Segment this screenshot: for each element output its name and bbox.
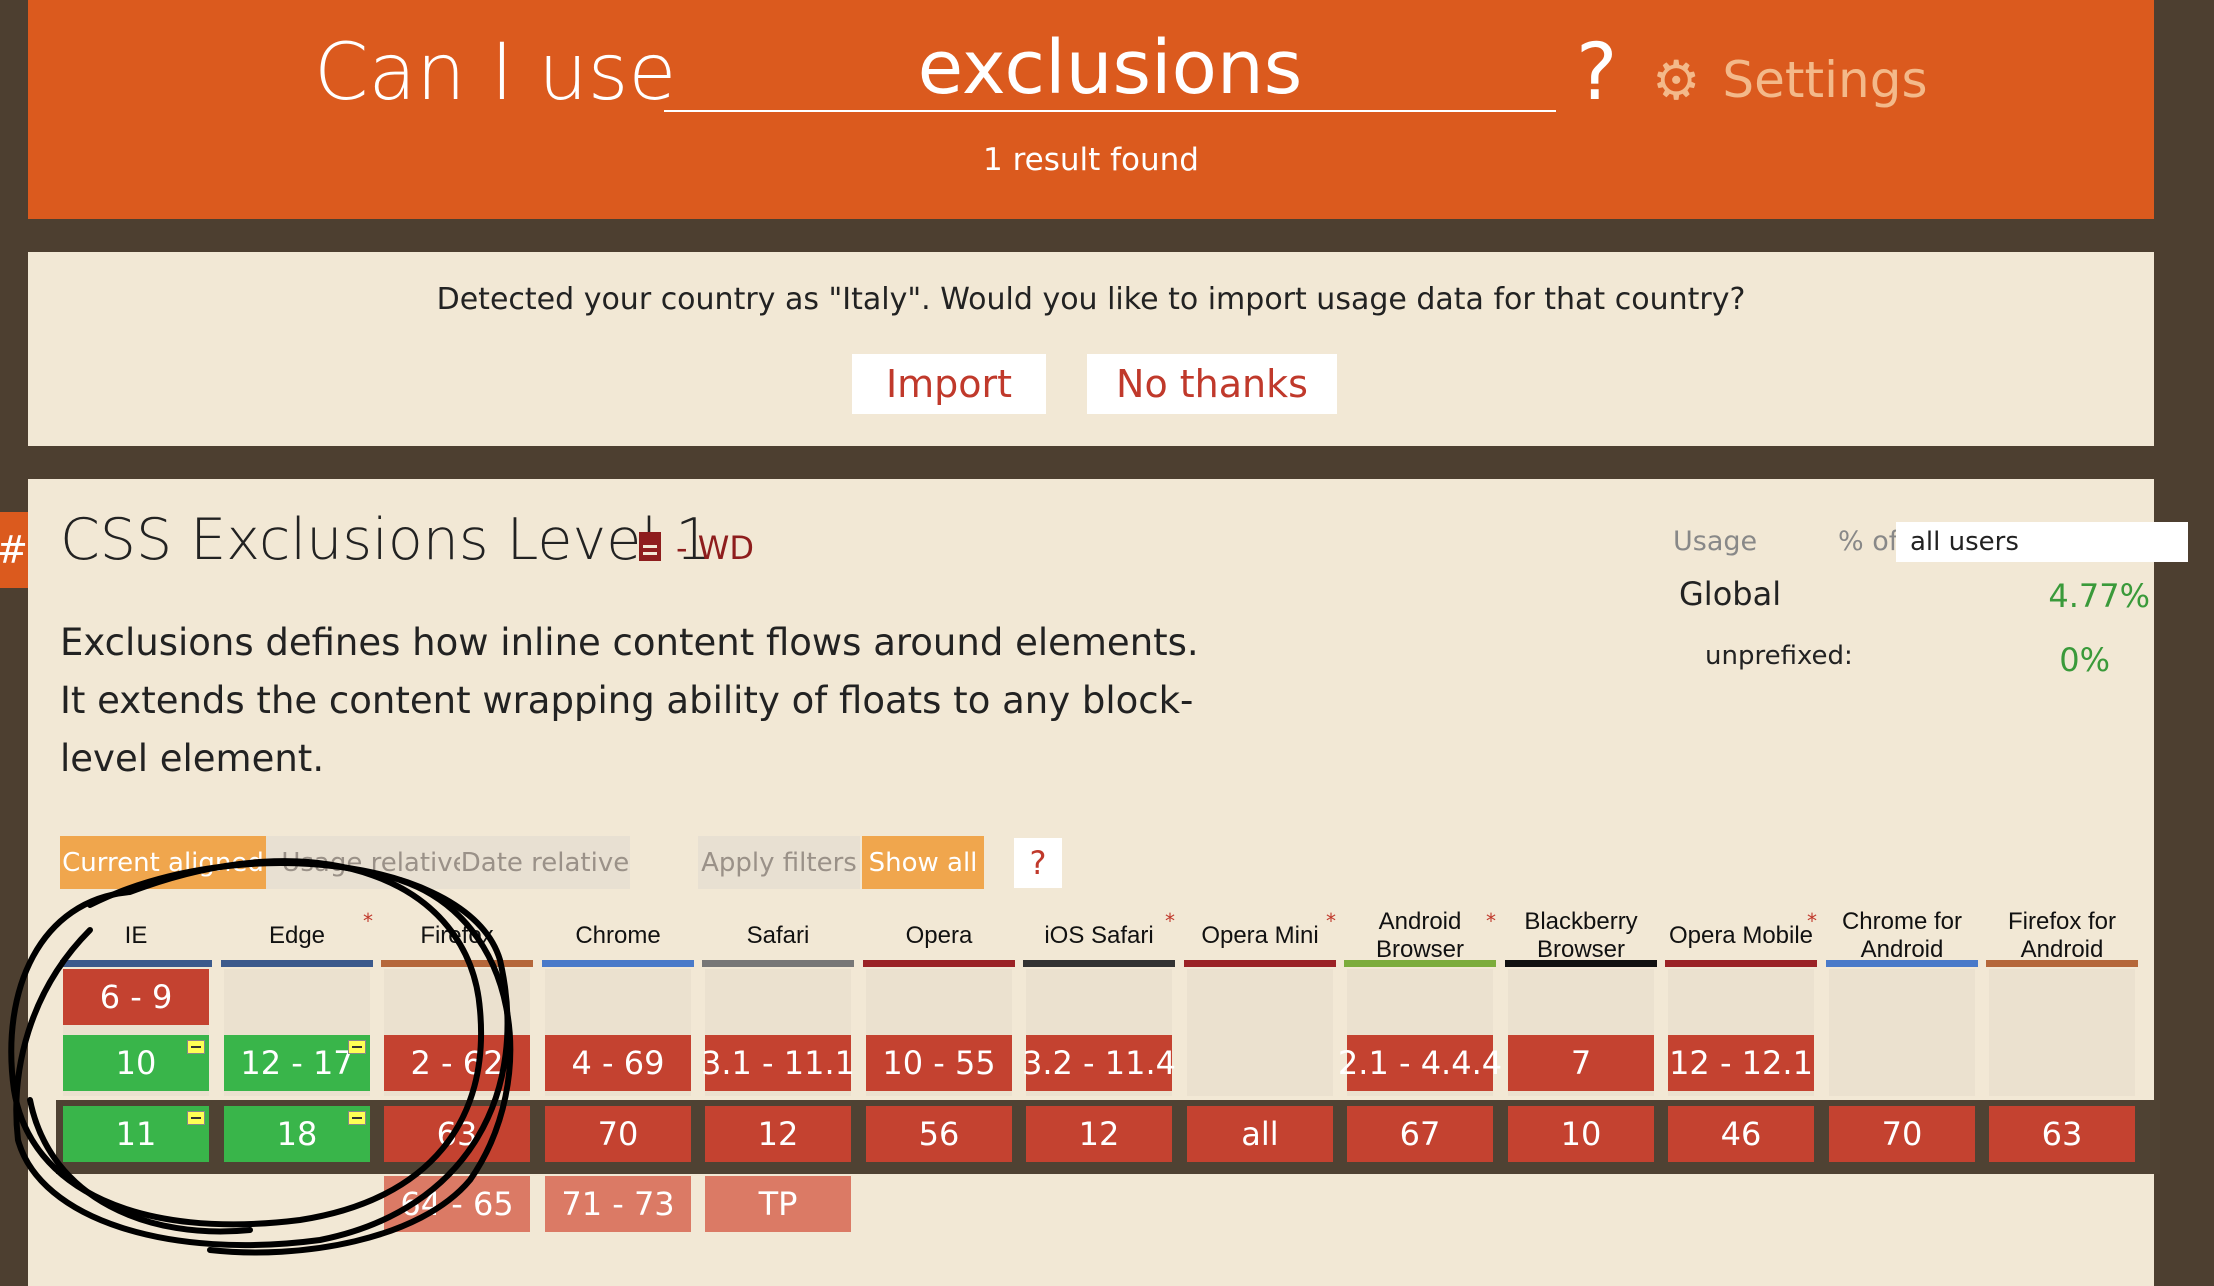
version-cell[interactable]: 18 bbox=[224, 1106, 370, 1162]
import-button[interactable]: Import bbox=[852, 354, 1046, 414]
empty-version-area bbox=[1187, 969, 1333, 1096]
usage-scope-select[interactable]: all users bbox=[1896, 522, 2188, 562]
browser-color-bar bbox=[863, 960, 1015, 967]
version-cell[interactable]: 71 - 73 bbox=[545, 1176, 691, 1232]
empty-version-area bbox=[1989, 969, 2135, 1096]
search-input[interactable] bbox=[664, 26, 1556, 112]
version-cell[interactable]: 63 bbox=[384, 1106, 530, 1162]
version-cell[interactable]: 63 bbox=[1989, 1106, 2135, 1162]
version-cell[interactable]: 64 - 65 bbox=[384, 1176, 530, 1232]
global-usage-value: 4.77% bbox=[2048, 577, 2150, 615]
version-cell[interactable]: 12 bbox=[1026, 1106, 1172, 1162]
version-cell[interactable]: all bbox=[1187, 1106, 1333, 1162]
browser-color-bar bbox=[542, 960, 694, 967]
version-cell[interactable]: 3.2 - 11.4 bbox=[1022, 1035, 1176, 1091]
partial-note-icon bbox=[348, 1111, 366, 1125]
version-cell[interactable]: 67 bbox=[1347, 1106, 1493, 1162]
feature-description: Exclusions defines how inline content fl… bbox=[60, 621, 1199, 780]
partial-note-icon bbox=[348, 1040, 366, 1054]
partial-note-icon bbox=[187, 1111, 205, 1125]
spec-status[interactable]: - WD bbox=[676, 529, 754, 567]
browser-color-bar bbox=[1184, 960, 1336, 967]
version-cell[interactable]: 12 - 12.1 bbox=[1668, 1035, 1814, 1091]
note-asterisk-icon: * bbox=[1807, 909, 1817, 933]
result-count: 1 result found bbox=[983, 142, 1199, 178]
tab-date-relative[interactable]: Date relative bbox=[460, 836, 630, 889]
version-cell[interactable]: 7 bbox=[1508, 1035, 1654, 1091]
version-cell[interactable]: 6 - 9 bbox=[63, 969, 209, 1025]
note-asterisk-icon: * bbox=[1326, 909, 1336, 933]
feature-anchor-link[interactable]: # bbox=[0, 512, 28, 588]
browser-color-bar bbox=[60, 960, 212, 967]
version-cell[interactable]: 46 bbox=[1668, 1106, 1814, 1162]
version-cell[interactable]: 10 bbox=[1508, 1106, 1654, 1162]
help-button[interactable]: ? bbox=[1014, 838, 1062, 888]
note-asterisk-icon: * bbox=[1165, 909, 1175, 933]
note-asterisk-icon: * bbox=[1486, 909, 1496, 933]
country-notice: Detected your country as "Italy". Would … bbox=[28, 252, 2154, 446]
browser-color-bar bbox=[1505, 960, 1657, 967]
note-asterisk-icon: * bbox=[363, 909, 373, 933]
version-cell[interactable]: 70 bbox=[1829, 1106, 1975, 1162]
version-cell[interactable]: 12 - 17 bbox=[224, 1035, 370, 1091]
feature-panel: CSS Exclusions Level 1 - WD Exclusions d… bbox=[28, 479, 2188, 1286]
version-cell[interactable]: 56 bbox=[866, 1106, 1012, 1162]
percent-of-label: % of bbox=[1838, 526, 1899, 557]
settings-label: Settings bbox=[1722, 51, 1928, 109]
tab-current-aligned[interactable]: Current aligned bbox=[60, 836, 266, 889]
version-cell[interactable]: 2.1 - 4.4.4 bbox=[1338, 1035, 1502, 1091]
version-cell[interactable]: 3.1 - 11.1 bbox=[701, 1035, 855, 1091]
browser-color-bar bbox=[702, 960, 854, 967]
site-title: Can I use bbox=[314, 28, 677, 118]
global-usage-label: Global bbox=[1679, 575, 1782, 613]
feature-title: CSS Exclusions Level 1 bbox=[60, 507, 712, 573]
version-cell[interactable]: TP bbox=[705, 1176, 851, 1232]
hash-icon: # bbox=[0, 528, 28, 572]
unprefixed-label: unprefixed: bbox=[1705, 641, 1853, 671]
unprefixed-value: 0% bbox=[2059, 641, 2110, 679]
version-cell[interactable]: 70 bbox=[545, 1106, 691, 1162]
version-cell[interactable]: 4 - 69 bbox=[545, 1035, 691, 1091]
partial-note-icon bbox=[187, 1040, 205, 1054]
gear-icon: ⚙ bbox=[1652, 48, 1701, 112]
usage-label: Usage bbox=[1673, 526, 1758, 557]
title-question-mark: ? bbox=[1576, 28, 1618, 118]
browser-color-bar bbox=[1023, 960, 1175, 967]
version-cell[interactable]: 10 bbox=[63, 1035, 209, 1091]
show-all-button[interactable]: Show all bbox=[862, 836, 984, 889]
version-cell[interactable]: 10 - 55 bbox=[866, 1035, 1012, 1091]
browser-color-bar bbox=[221, 960, 373, 967]
version-cell[interactable]: 11 bbox=[63, 1106, 209, 1162]
browser-color-bar bbox=[381, 960, 533, 967]
country-notice-text: Detected your country as "Italy". Would … bbox=[436, 282, 1746, 317]
browser-color-bar bbox=[1986, 960, 2138, 967]
browser-color-bar bbox=[1665, 960, 1817, 967]
no-thanks-button[interactable]: No thanks bbox=[1087, 354, 1337, 414]
browser-color-bar bbox=[1344, 960, 1496, 967]
browser-color-bar bbox=[1826, 960, 1978, 967]
version-cell[interactable]: 2 - 62 bbox=[384, 1035, 530, 1091]
site-header: Can I use ? ⚙ Settings 1 result found bbox=[28, 0, 2154, 219]
empty-version-area bbox=[1829, 969, 1975, 1096]
settings-button[interactable]: ⚙ Settings bbox=[1652, 48, 1928, 112]
tab-usage-relative[interactable]: Usage relative bbox=[266, 836, 484, 889]
apply-filters-button[interactable]: Apply filters bbox=[698, 836, 860, 889]
document-icon[interactable] bbox=[639, 532, 661, 561]
version-cell[interactable]: 12 bbox=[705, 1106, 851, 1162]
